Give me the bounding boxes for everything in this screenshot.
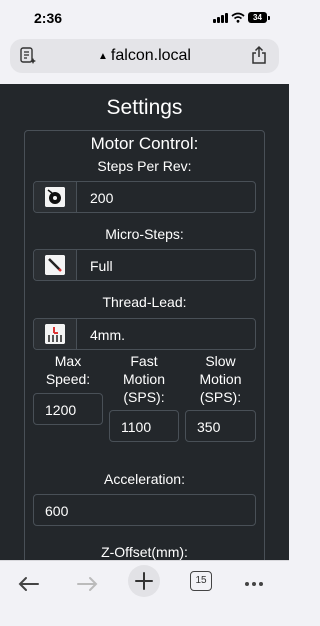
url-text[interactable]: ▲ falcon.local: [10, 47, 279, 65]
status-time: 2:36: [34, 10, 63, 26]
motor-disc-icon: [45, 187, 65, 207]
slow-motion-input[interactable]: 350: [185, 410, 256, 442]
browser-toolbar: 15: [0, 560, 289, 626]
fast-motion-value: 1100: [121, 419, 152, 435]
z-offset-label: Z-Offset(mm):: [101, 544, 188, 560]
thread-lead-value: 4mm.: [90, 327, 125, 343]
section-title: Motor Control:: [90, 134, 199, 153]
fast-motion-label: Fast Motion (SPS):: [122, 353, 166, 405]
steps-per-rev-icon-box: [34, 182, 77, 212]
forward-icon[interactable]: [72, 569, 102, 599]
thread-lead-icon-box: [34, 319, 77, 349]
more-icon[interactable]: [239, 569, 269, 599]
slow-motion-value: 350: [197, 419, 221, 435]
pencil-icon: [45, 255, 65, 275]
warning-icon: ▲: [98, 51, 108, 62]
steps-per-rev-value: 200: [90, 190, 114, 206]
page-title: Settings: [106, 96, 183, 119]
web-page: Settings Motor Control: Steps Per Rev: 2…: [0, 84, 289, 560]
share-icon[interactable]: [251, 45, 267, 65]
acceleration-label: Acceleration:: [104, 471, 185, 487]
thread-lead-icon: [45, 324, 65, 344]
thread-lead-field[interactable]: 4mm.: [33, 318, 256, 350]
max-speed-input[interactable]: 1200: [33, 393, 103, 425]
thread-lead-label: Thread-Lead:: [102, 294, 187, 310]
slow-motion-label: Slow Motion (SPS):: [199, 353, 242, 405]
tabs-button[interactable]: 15: [190, 571, 212, 591]
back-icon[interactable]: [14, 569, 44, 599]
acceleration-input[interactable]: 600: [33, 494, 256, 526]
max-speed-value: 1200: [45, 402, 77, 418]
plus-icon: [135, 572, 153, 590]
new-tab-button[interactable]: [128, 565, 160, 597]
status-bar: 2:36 34: [0, 0, 289, 34]
micro-steps-value: Full: [90, 258, 113, 274]
wifi-icon: [231, 12, 245, 23]
steps-per-rev-label: Steps Per Rev:: [97, 158, 192, 174]
address-bar[interactable]: ▲ falcon.local: [10, 39, 279, 73]
fast-motion-input[interactable]: 1100: [109, 410, 179, 442]
micro-steps-icon-box: [34, 250, 77, 280]
acceleration-value: 600: [45, 503, 69, 519]
signal-icon: [213, 13, 229, 23]
battery-icon: 34: [248, 12, 270, 23]
micro-steps-label: Micro-Steps:: [105, 226, 184, 242]
micro-steps-field[interactable]: Full: [33, 249, 256, 281]
max-speed-label: Max Speed:: [45, 353, 91, 387]
steps-per-rev-field[interactable]: 200: [33, 181, 256, 213]
